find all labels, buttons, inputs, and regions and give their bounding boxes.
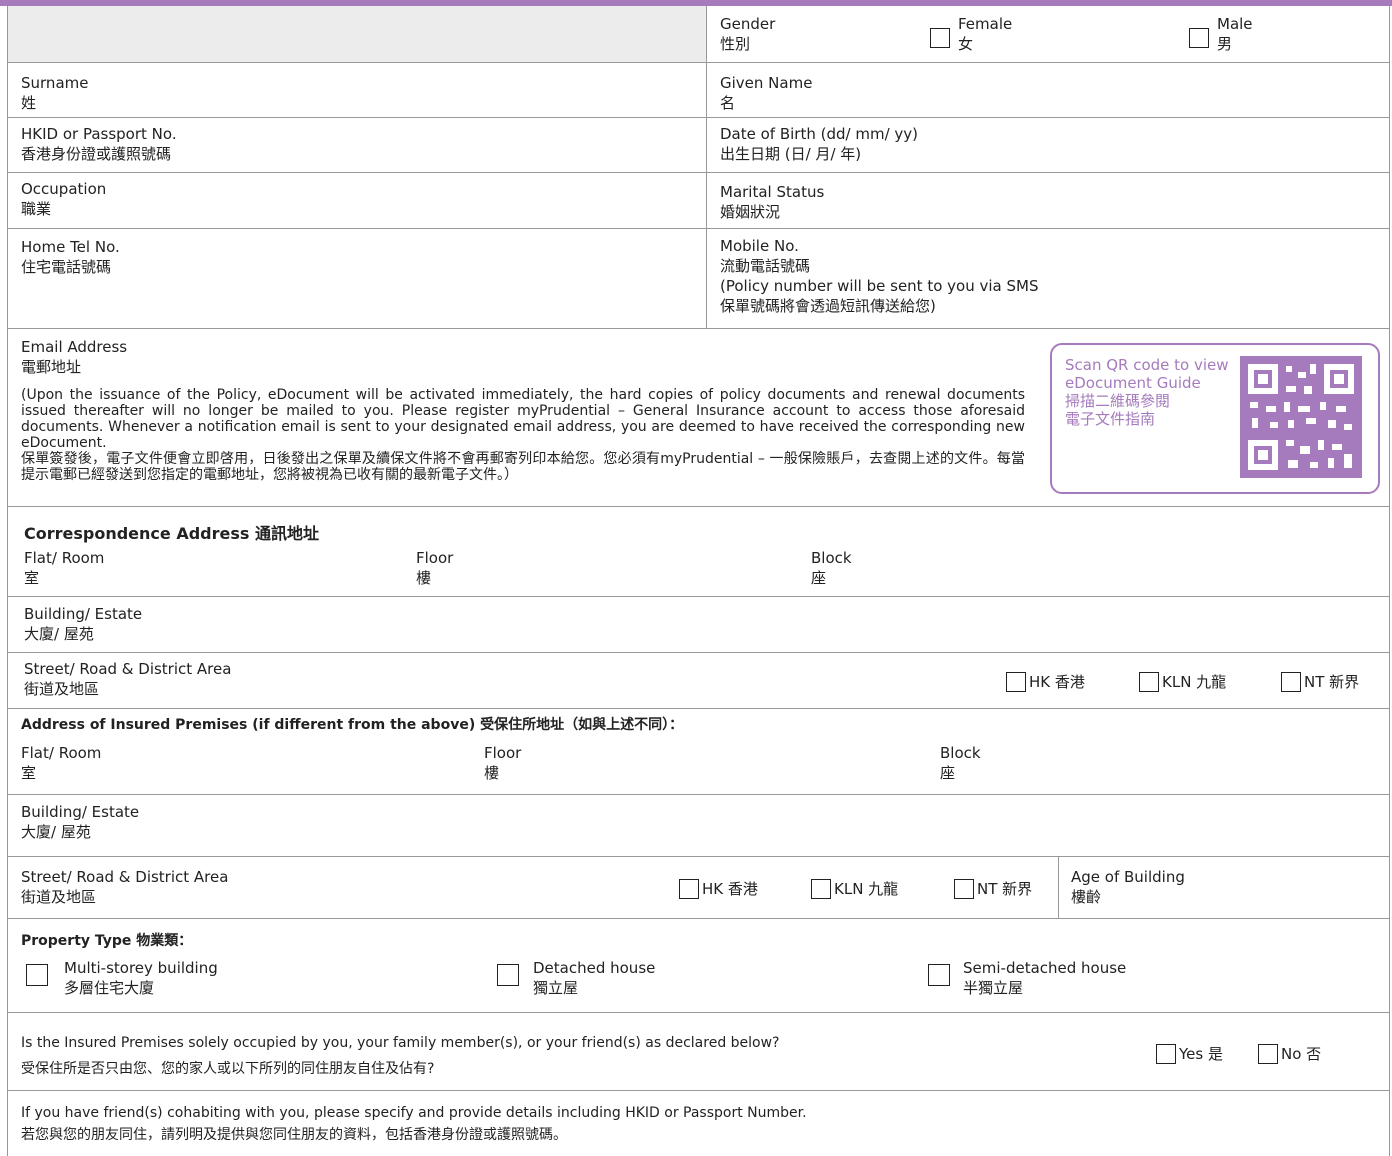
ins-nt-checkbox[interactable]: NT 新界 <box>954 878 1032 899</box>
row-divider <box>7 918 1390 919</box>
ins-flat-label: Flat/ Room 室 <box>21 744 102 782</box>
given-name-label: Given Name 名 <box>720 74 813 112</box>
corr-flat-label: Flat/ Room 室 <box>24 549 105 587</box>
row-divider <box>7 62 1390 63</box>
row-divider <box>7 228 1390 229</box>
occupied-yes-checkbox[interactable]: Yes 是 <box>1156 1043 1223 1064</box>
age-of-building-label: Age of Building 樓齡 <box>1071 868 1185 906</box>
corr-street-label: Street/ Road & District Area 街道及地區 <box>24 660 232 698</box>
occupied-no-checkbox[interactable]: No 否 <box>1258 1043 1321 1064</box>
header-shade <box>8 6 706 62</box>
edocument-note: (Upon the issuance of the Policy, eDocum… <box>21 387 1025 483</box>
mobile-label: Mobile No. 流動電話號碼 (Policy number will be … <box>720 237 1039 315</box>
occupied-question: Is the Insured Premises solely occupied … <box>21 1035 780 1077</box>
surname-label: Surname 姓 <box>21 74 89 112</box>
hkid-label: HKID or Passport No. 香港身份證或護照號碼 <box>21 125 177 163</box>
female-label: Female 女 <box>958 15 1013 53</box>
row-divider <box>7 1090 1390 1091</box>
qr-code-icon[interactable] <box>1240 356 1362 478</box>
row-divider <box>7 794 1390 795</box>
cohabit-instruction: If you have friend(s) cohabiting with yo… <box>21 1105 807 1143</box>
occupation-label: Occupation 職業 <box>21 180 107 218</box>
semi-detached-label: Semi-detached house 半獨立屋 <box>963 959 1127 997</box>
ins-floor-label: Floor 樓 <box>484 744 522 782</box>
row-divider <box>7 1012 1390 1013</box>
home-tel-label: Home Tel No. 住宅電話號碼 <box>21 238 120 276</box>
row-divider <box>7 652 1390 653</box>
corr-nt-checkbox[interactable]: NT 新界 <box>1281 671 1359 692</box>
multi-storey-checkbox[interactable] <box>26 964 48 986</box>
ins-street-label: Street/ Road & District Area 街道及地區 <box>21 868 229 906</box>
row-divider <box>7 328 1390 329</box>
column-divider <box>706 6 707 328</box>
female-checkbox[interactable] <box>930 28 950 48</box>
corr-kln-checkbox[interactable]: KLN 九龍 <box>1139 671 1226 692</box>
insured-premises-heading: Address of Insured Premises (if differen… <box>21 717 684 733</box>
row-divider <box>7 117 1390 118</box>
column-divider <box>1058 856 1059 918</box>
ins-hk-checkbox[interactable]: HK 香港 <box>679 878 758 899</box>
corr-block-label: Block 座 <box>811 549 852 587</box>
row-divider <box>7 506 1390 507</box>
detached-house-checkbox[interactable] <box>497 964 519 986</box>
marital-status-label: Marital Status 婚姻狀況 <box>720 183 825 221</box>
property-type-heading: Property Type 物業類： <box>21 933 193 949</box>
correspondence-address-heading: Correspondence Address 通訊地址 <box>24 524 319 543</box>
email-label: Email Address 電郵地址 <box>21 338 128 376</box>
row-divider <box>7 856 1390 857</box>
male-label: Male 男 <box>1217 15 1253 53</box>
qr-callout-text: Scan QR code to view eDocument Guide 掃描二維… <box>1065 356 1229 428</box>
multi-storey-label: Multi-storey building 多層住宅大廈 <box>64 959 218 997</box>
corr-floor-label: Floor 樓 <box>416 549 454 587</box>
gender-label: Gender 性別 <box>720 15 776 53</box>
male-checkbox[interactable] <box>1189 28 1209 48</box>
corr-building-label: Building/ Estate 大廈/ 屋苑 <box>24 605 143 643</box>
row-divider <box>7 596 1390 597</box>
ins-building-label: Building/ Estate 大廈/ 屋苑 <box>21 803 140 841</box>
row-divider <box>7 172 1390 173</box>
dob-label: Date of Birth (dd/ mm/ yy) 出生日期 (日/ 月/ 年) <box>720 125 918 163</box>
semi-detached-checkbox[interactable] <box>928 964 950 986</box>
ins-block-label: Block 座 <box>940 744 981 782</box>
row-divider <box>7 708 1390 709</box>
ins-kln-checkbox[interactable]: KLN 九龍 <box>811 878 898 899</box>
corr-hk-checkbox[interactable]: HK 香港 <box>1006 671 1085 692</box>
detached-house-label: Detached house 獨立屋 <box>533 959 656 997</box>
